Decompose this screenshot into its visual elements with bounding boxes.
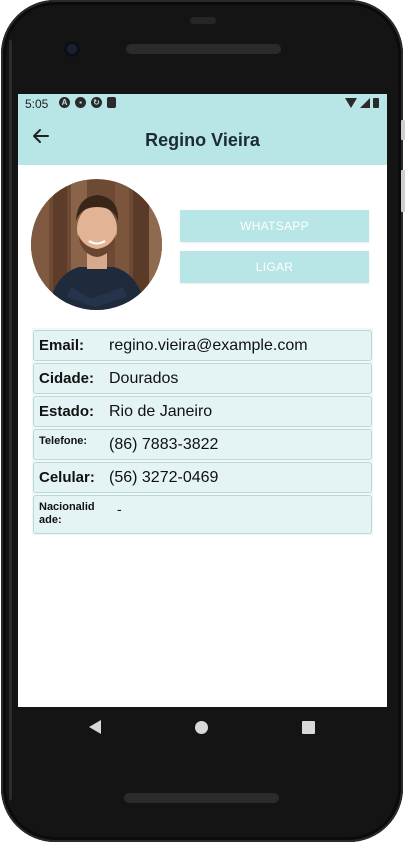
profile-photo [31, 179, 162, 310]
detail-row-city: Cidade: Dourados [33, 363, 372, 394]
sync-icon: ↻ [91, 97, 102, 108]
avatar [31, 179, 162, 310]
detail-value-email: regino.vieira@example.com [109, 337, 308, 354]
phone-edge-highlight [9, 40, 12, 800]
detail-row-email: Email: regino.vieira@example.com [33, 330, 372, 361]
volume-button [401, 170, 405, 212]
sd-card-icon [107, 97, 116, 108]
detail-value-state: Rio de Janeiro [109, 403, 213, 420]
detail-label: Cidade: [39, 370, 95, 387]
nav-home-button[interactable] [195, 721, 208, 734]
device-screen: 5:05 A ▪ ↻ Regino Vieira WHATSAPP LIGAR … [18, 94, 387, 707]
detail-label: Nacionalid ade: [39, 501, 95, 526]
detail-label: Telefone: [39, 435, 88, 447]
contact-details-table: Email: regino.vieira@example.com Cidade:… [32, 328, 373, 535]
detail-row-nationality: Nacionalid ade: - [33, 495, 372, 534]
android-auto-icon: A [59, 97, 70, 108]
call-button[interactable]: LIGAR [180, 251, 369, 283]
shield-icon: ▪ [75, 97, 86, 108]
status-bar: 5:05 A ▪ ↻ [18, 94, 387, 114]
detail-label: Celular: [39, 469, 95, 486]
battery-icon [373, 98, 379, 108]
detail-value-mobile: (56) 3272-0469 [109, 469, 219, 486]
detail-value-phone: (86) 7883-3822 [109, 436, 219, 453]
whatsapp-button[interactable]: WHATSAPP [180, 210, 369, 242]
status-notification-icons: A ▪ ↻ [59, 97, 116, 108]
nav-recents-button[interactable] [302, 721, 315, 734]
status-system-icons [345, 98, 379, 108]
front-camera [64, 41, 80, 57]
bottom-speaker [124, 793, 279, 803]
nav-back-button[interactable] [89, 720, 101, 734]
detail-value-city: Dourados [109, 370, 179, 387]
detail-row-state: Estado: Rio de Janeiro [33, 396, 372, 427]
detail-row-phone: Telefone: (86) 7883-3822 [33, 429, 372, 460]
wifi-icon [345, 98, 357, 108]
power-button [401, 120, 405, 140]
detail-value-nationality: - [117, 501, 122, 517]
status-time: 5:05 [25, 97, 49, 111]
signal-icon [360, 98, 370, 108]
detail-label: Email: [39, 337, 85, 354]
top-speaker [126, 44, 281, 54]
detail-row-mobile: Celular: (56) 3272-0469 [33, 462, 372, 493]
earpiece [190, 17, 216, 24]
app-bar: Regino Vieira [18, 114, 387, 165]
detail-label: Estado: [39, 403, 95, 420]
page-title: Regino Vieira [145, 130, 260, 150]
